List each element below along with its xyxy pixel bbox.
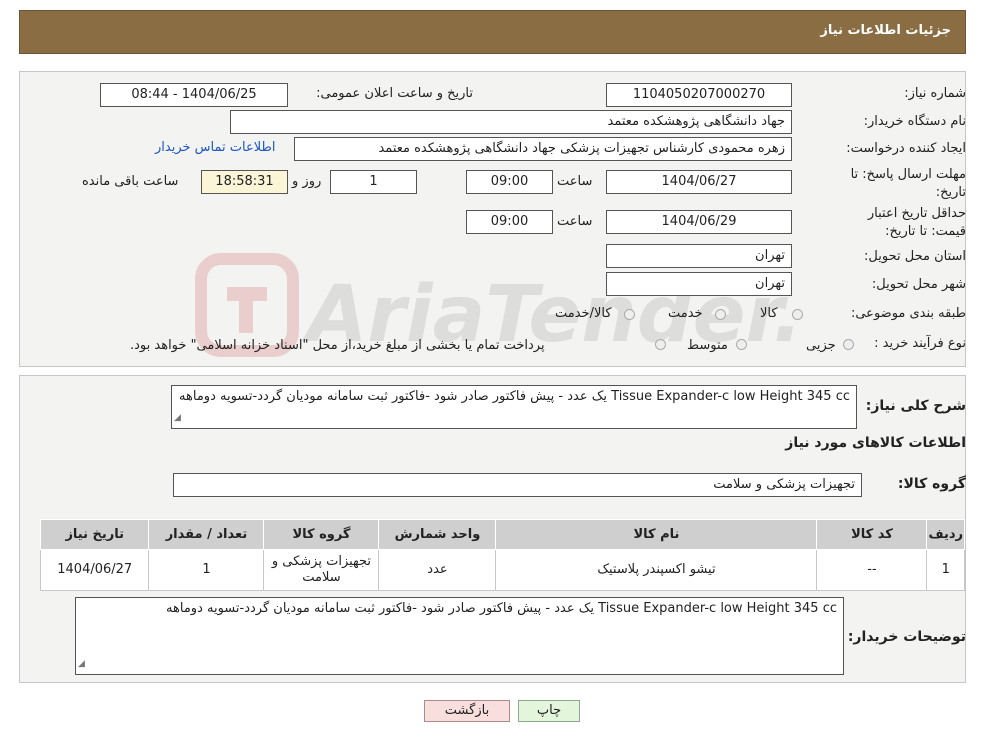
process-option-medium: متوسط: [687, 338, 728, 353]
summary-textarea[interactable]: Tissue Expander-c low Height 345 cc یک ع…: [171, 385, 857, 429]
validity-time-field[interactable]: 09:00: [466, 210, 553, 234]
resize-handle-icon[interactable]: ◢: [78, 655, 85, 673]
table-row: 1 -- تیشو اکسپندر پلاستیک عدد تجهیزات پز…: [39, 549, 965, 591]
col-row-number: ردیف: [926, 519, 965, 550]
cell-goods-group: تجهیزات پزشکی و سلامت: [263, 549, 380, 591]
buyer-org-field[interactable]: جهاد دانشگاهی پژوهشکده معتمد: [230, 110, 792, 134]
category-radio-service[interactable]: [715, 309, 726, 320]
category-option-goods-service: کالا/خدمت: [555, 306, 612, 321]
goods-info-title: اطلاعات کالاهای مورد نیاز: [785, 435, 966, 451]
category-radio-goods-service[interactable]: [624, 309, 635, 320]
col-goods-code: کد کالا: [816, 519, 928, 550]
city-label: شهر محل تحویل:: [871, 277, 966, 292]
category-option-service: خدمت: [668, 306, 703, 321]
announce-datetime-field[interactable]: 1404/06/25 - 08:44: [100, 83, 288, 107]
process-radio-treasury[interactable]: [655, 339, 666, 350]
requester-field[interactable]: زهره محمودی کارشناس تجهیزات پزشکی جهاد د…: [294, 137, 792, 161]
cell-row-number: 1: [926, 549, 965, 591]
validity-date-field[interactable]: 1404/06/29: [606, 210, 792, 234]
province-label: استان محل تحویل:: [864, 249, 966, 264]
deadline-label: مهلت ارسال پاسخ: تا تاریخ:: [850, 167, 966, 200]
process-radio-minor[interactable]: [843, 339, 854, 350]
buyer-org-label: نام دستگاه خریدار:: [863, 114, 966, 129]
province-field[interactable]: تهران: [606, 244, 792, 268]
col-need-date: تاریخ نیاز: [39, 519, 150, 550]
buyer-contact-link[interactable]: اطلاعات تماس خریدار: [155, 140, 275, 155]
process-label: نوع فرآیند خرید :: [874, 336, 966, 351]
category-label: طبقه بندی موضوعی:: [850, 306, 966, 321]
remaining-time-field[interactable]: 18:58:31: [201, 170, 288, 194]
price-validity-label: حداقل تاریخ اعتبار قیمت: تا تاریخ:: [867, 206, 966, 239]
goods-table: ردیف کد کالا نام کالا واحد شمارش گروه کا…: [39, 519, 965, 591]
goods-group-field[interactable]: تجهیزات پزشکی و سلامت: [173, 473, 862, 497]
page-title: جزئیات اطلاعات نیاز: [820, 23, 951, 38]
announce-label: تاریخ و ساعت اعلان عمومی:: [316, 86, 473, 101]
cell-goods-code: --: [816, 549, 928, 591]
cell-need-date: 1404/06/27: [39, 549, 150, 591]
category-radio-goods[interactable]: [792, 309, 803, 320]
col-goods-name: نام کالا: [495, 519, 818, 550]
deadline-date-field[interactable]: 1404/06/27: [606, 170, 792, 194]
validity-time-label: ساعت: [557, 214, 593, 229]
cell-goods-name: تیشو اکسپندر پلاستیک: [495, 549, 818, 591]
print-button[interactable]: چاپ: [518, 700, 580, 722]
cell-quantity: 1: [148, 549, 265, 591]
page-header: جزئیات اطلاعات نیاز: [19, 10, 966, 54]
city-field[interactable]: تهران: [606, 272, 792, 296]
goods-group-label: گروه کالا:: [897, 476, 966, 492]
process-option-minor: جزیی: [806, 338, 836, 353]
goods-table-header: ردیف کد کالا نام کالا واحد شمارش گروه کا…: [39, 519, 965, 550]
days-label: روز و: [292, 174, 322, 189]
col-unit: واحد شمارش: [378, 519, 497, 550]
process-treasury-note: پرداخت تمام یا بخشی از مبلغ خرید،از محل …: [130, 338, 545, 353]
buyer-notes-textarea[interactable]: Tissue Expander-c low Height 345 cc یک ع…: [75, 597, 844, 675]
category-option-goods: کالا: [760, 306, 778, 321]
buyer-notes-label: توضیحات خریدار:: [847, 629, 966, 645]
need-number-label: شماره نیاز:: [904, 86, 966, 101]
summary-label: شرح کلی نیاز:: [865, 398, 966, 414]
col-goods-group: گروه کالا: [263, 519, 380, 550]
remaining-time-label: ساعت باقی مانده: [82, 174, 179, 189]
col-quantity: تعداد / مقدار: [148, 519, 265, 550]
buyer-notes-text: Tissue Expander-c low Height 345 cc یک ع…: [166, 601, 837, 616]
process-radio-medium[interactable]: [736, 339, 747, 350]
summary-text: Tissue Expander-c low Height 345 cc یک ع…: [179, 389, 850, 404]
cell-unit: عدد: [378, 549, 497, 591]
deadline-time-label: ساعت: [557, 174, 593, 189]
need-number-field[interactable]: 1104050207000270: [606, 83, 792, 107]
resize-handle-icon[interactable]: ◢: [174, 409, 181, 427]
days-remaining-field[interactable]: 1: [330, 170, 417, 194]
deadline-time-field[interactable]: 09:00: [466, 170, 553, 194]
back-button[interactable]: بازگشت: [424, 700, 510, 722]
requester-label: ایجاد کننده درخواست:: [846, 141, 966, 156]
